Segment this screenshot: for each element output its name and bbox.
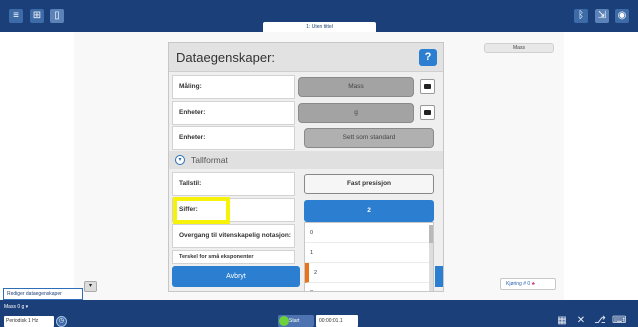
bluetooth-icon[interactable]: ᛒ	[574, 9, 588, 23]
scientific-notation-label: Overgang til vitenskapelig notasjon:	[172, 224, 295, 248]
run-selector[interactable]: Kjøring # 0 ♣	[500, 278, 556, 290]
mass-label-chip[interactable]: Mass	[484, 43, 554, 53]
list-item[interactable]: 3	[305, 283, 429, 291]
list-item-selected[interactable]: 2	[305, 263, 429, 283]
dialog-title: Dataegenskaper:	[176, 50, 276, 65]
units-label: Enheter:	[172, 101, 295, 125]
units-select[interactable]: g	[298, 103, 414, 123]
start-button[interactable]: Start	[278, 315, 314, 327]
run-flag-icon: ♣	[531, 281, 535, 287]
chevron-down-icon[interactable]: ▾	[175, 155, 185, 165]
number-format-section[interactable]: ▾ Tallformat	[169, 151, 443, 169]
elapsed-time: 00:00:01.1	[316, 315, 358, 327]
camera-icon[interactable]: ◉	[615, 9, 629, 23]
start-icon	[279, 316, 289, 326]
number-style-button[interactable]: Fast presisjon	[304, 174, 434, 194]
keyboard-icon[interactable]	[420, 105, 435, 120]
threshold-label: Terskel for små eksponenter	[172, 250, 295, 264]
set-default-button[interactable]: Sett som standard	[304, 128, 434, 148]
keyboard-icon[interactable]: ⌨	[612, 315, 626, 327]
highlight-box	[173, 197, 230, 224]
section-title: Tallformat	[191, 155, 228, 165]
number-style-label: Tallstil:	[172, 172, 295, 196]
dropdown-arrow-button[interactable]: ▾	[84, 281, 97, 292]
units-default-label: Enheter:	[172, 126, 295, 150]
help-button[interactable]: ?	[419, 49, 437, 66]
measurement-label: Måling:	[172, 75, 295, 99]
digits-select[interactable]: 2	[304, 200, 434, 222]
dialog-header: Dataegenskaper: ?	[169, 43, 443, 72]
edit-properties-tooltip[interactable]: Rediger dataegenskaper	[3, 288, 83, 300]
page-icon[interactable]: ▯	[50, 9, 64, 23]
keyboard-icon[interactable]	[420, 79, 435, 94]
digits-dropdown-list[interactable]: 0 1 2 3	[304, 222, 434, 291]
run-label: Kjøring # 0	[506, 281, 531, 287]
data-properties-dialog: Dataegenskaper: ? Måling: Mass Enheter: …	[168, 42, 444, 292]
graph-icon[interactable]: ▦	[555, 315, 569, 327]
connect-icon[interactable]: ⎇	[593, 315, 607, 327]
measurement-select[interactable]: Mass	[298, 77, 414, 97]
menu-icon[interactable]: ≡	[9, 9, 23, 23]
clock-icon[interactable]: ◷	[56, 316, 67, 327]
tools-icon[interactable]: ✕	[574, 315, 588, 327]
sampling-rate-field[interactable]: Periodisk 1 Hz	[4, 316, 54, 327]
ok-button[interactable]	[435, 266, 443, 287]
add-page-icon[interactable]: ⊞	[30, 9, 44, 23]
start-label: Start	[289, 318, 300, 324]
sensor-meter[interactable]: Mass 0 g ▾	[0, 303, 50, 311]
list-item[interactable]: 0	[305, 223, 429, 243]
list-item[interactable]: 1	[305, 243, 429, 263]
top-toolbar: ≡ ⊞ ▯ 1: Uten tittel ᛒ ⇲ ◉	[0, 0, 638, 32]
export-icon[interactable]: ⇲	[595, 9, 609, 23]
cancel-button[interactable]: Avbryt	[172, 266, 300, 287]
tab-page-1[interactable]: 1: Uten tittel	[263, 22, 376, 32]
scrollbar-thumb[interactable]	[429, 225, 433, 243]
